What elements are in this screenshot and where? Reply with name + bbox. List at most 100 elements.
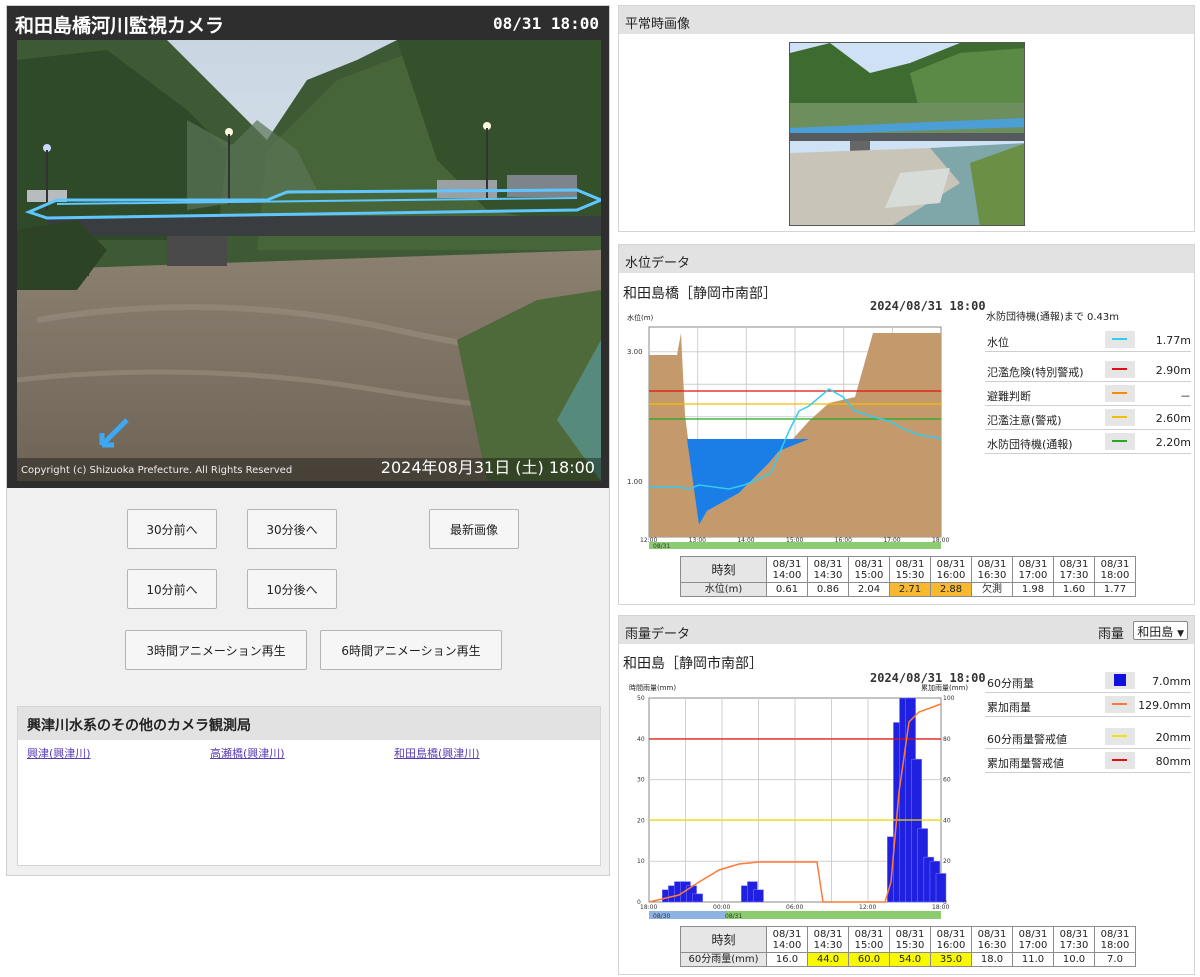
normal-image-panel: 平常時画像 — [618, 5, 1195, 232]
rain-x-tick: 06:00 — [786, 904, 803, 911]
animation-3h-button[interactable]: 3時間アニメーション再生 — [125, 630, 307, 670]
link-wadajimabashi[interactable]: 和田島橋(興津川) — [394, 745, 480, 761]
table-value-cell: 35.0 — [930, 952, 972, 967]
rainfall-chart: 時間雨量(mm) 累加雨量(mm) 01020304050 0204060801… — [629, 683, 968, 920]
legend-value: 2.60m — [1155, 412, 1191, 425]
legend-row: 氾濫注意(警戒) 2.60m — [985, 406, 1191, 430]
table-value-cell: 60.0 — [848, 952, 890, 967]
table-time-cell: 08/31 15:30 — [889, 556, 931, 583]
water-y-axis-label: 水位(m) — [627, 313, 654, 322]
table-time-cell: 08/31 16:30 — [971, 556, 1013, 583]
rainfall-table: 時刻 08/31 14:00 08/31 14:30 08/31 15:00 08/31 15:… — [680, 926, 1136, 967]
rain-y2-tick: 80 — [943, 736, 951, 743]
rain-date-label-1: 08/30 — [653, 913, 670, 920]
rain-bar — [935, 873, 947, 903]
rain-station-select[interactable]: 和田島 ▼ — [1133, 621, 1188, 640]
legend-value: 7.0mm — [1152, 675, 1191, 688]
table-header: 時刻 — [680, 926, 767, 953]
chevron-down-icon: ▼ — [1177, 629, 1184, 639]
table-time-cell: 08/31 14:30 — [807, 556, 849, 583]
table-header: 時刻 — [680, 556, 767, 583]
water-date-label: 08/31 — [653, 543, 670, 550]
legend-label: 避難判断 — [987, 390, 1031, 403]
legend-label: 60分雨量 — [987, 677, 1034, 690]
table-time-cell: 08/31 16:00 — [930, 556, 972, 583]
copyright-text: Copyright (c) Shizuoka Prefecture. All R… — [21, 465, 293, 476]
table-time-cell: 08/31 17:30 — [1053, 556, 1095, 583]
legend-row: 累加雨量 129.0mm — [985, 693, 1191, 717]
rain-y2-tick: 100 — [943, 695, 955, 702]
legend-value: 129.0mm — [1138, 699, 1191, 712]
table-time-cell: 08/31 14:30 — [807, 926, 849, 953]
legend-row: 累加雨量警戒値 80mm — [985, 749, 1191, 773]
table-time-cell: 08/31 14:00 — [766, 556, 808, 583]
legend-swatch — [1105, 728, 1135, 745]
rain-legend: 60分雨量 7.0mm 累加雨量 129.0mm 60分雨量警戒値 20mm 累加雨量警戒値… — [985, 669, 1191, 773]
legend-row: 水位 1.77m — [985, 328, 1191, 352]
camera-image: Copyright (c) Shizuoka Prefecture. All R… — [17, 40, 601, 481]
link-okitsu[interactable]: 興津(興津川) — [27, 745, 91, 761]
rain-y2-tick: 40 — [943, 817, 951, 824]
legend-swatch — [1105, 752, 1135, 769]
legend-swatch — [1105, 433, 1135, 450]
rain-date-label-2: 08/31 — [725, 913, 742, 920]
water-level-table: 時刻 08/31 14:00 08/31 14:30 08/31 15:00 08/31 15:… — [680, 556, 1136, 597]
table-value-cell: 18.0 — [971, 952, 1013, 967]
rain-y2-axis-label: 累加雨量(mm) — [921, 683, 968, 692]
table-value-cell: 2.88 — [930, 582, 972, 597]
rain-y-tick: 30 — [637, 777, 645, 784]
rain-x-tick: 00:00 — [713, 904, 730, 911]
rain-select-value: 和田島 — [1137, 625, 1174, 639]
legend-swatch — [1105, 385, 1135, 402]
rainfall-panel: 雨量データ 雨量 和田島 ▼ 和田島［静岡市南部］ 2024/08/31 18:… — [618, 615, 1195, 975]
forward-30min-button[interactable]: 30分後へ — [247, 509, 337, 549]
normal-image-title: 平常時画像 — [619, 6, 1194, 34]
forward-10min-button[interactable]: 10分後へ — [247, 569, 337, 609]
normal-image — [789, 42, 1025, 226]
rain-y-tick: 20 — [637, 817, 645, 824]
table-time-cell: 08/31 14:00 — [766, 926, 808, 953]
table-value-cell: 1.98 — [1012, 582, 1054, 597]
water-y-tick: 1.00 — [627, 478, 643, 486]
camera-panel: 和田島橋河川監視カメラ 08/31 18:00 Copyright (c) Sh… — [6, 5, 610, 876]
legend-row: 氾濫危険(特別警戒) 2.90m — [985, 358, 1191, 382]
rain-y-tick: 50 — [637, 695, 645, 702]
back-10min-button[interactable]: 10分前へ — [127, 569, 217, 609]
legend-label: 累加雨量警戒値 — [987, 757, 1064, 770]
table-time-cell: 08/31 18:00 — [1094, 926, 1136, 953]
camera-time: 08/31 18:00 — [493, 14, 599, 33]
animation-6h-button[interactable]: 6時間アニメーション再生 — [320, 630, 502, 670]
rain-y2-tick: 20 — [943, 858, 951, 865]
camera-title: 和田島橋河川監視カメラ — [15, 15, 225, 37]
normal-river-image — [790, 43, 1024, 225]
table-time-cell: 08/31 16:00 — [930, 926, 972, 953]
legend-label: 水防団待機(通報) — [987, 438, 1073, 451]
legend-label: 氾濫注意(警戒) — [987, 414, 1062, 427]
legend-swatch — [1105, 696, 1135, 713]
legend-row: 60分雨量警戒値 20mm — [985, 725, 1191, 749]
legend-label: 水位 — [987, 336, 1009, 349]
table-value-cell: 1.77 — [1094, 582, 1136, 597]
image-timestamp: 2024年08月31日 (土) 18:00 — [380, 458, 595, 477]
legend-label: 氾濫危険(特別警戒) — [987, 366, 1084, 379]
table-value-cell: 0.86 — [807, 582, 849, 597]
rain-y2-tick: 60 — [943, 777, 951, 784]
water-y-tick: 3.00 — [627, 348, 643, 356]
table-time-cell: 08/31 16:30 — [971, 926, 1013, 953]
latest-image-button[interactable]: 最新画像 — [429, 509, 519, 549]
legend-label: 累加雨量 — [987, 701, 1031, 714]
table-time-cell: 08/31 17:00 — [1012, 926, 1054, 953]
table-value-cell: 2.04 — [848, 582, 890, 597]
rain-x-tick: 18:00 — [640, 904, 657, 911]
link-takasebashi[interactable]: 高瀬橋(興津川) — [210, 745, 285, 761]
table-value-cell: 11.0 — [1012, 952, 1054, 967]
water-level-chart: 水位(m) 3.001.00 12:00 13:00 14:00 15:00 16:00… — [627, 313, 949, 550]
back-30min-button[interactable]: 30分前へ — [127, 509, 217, 549]
water-level-title: 水位データ — [619, 245, 1194, 273]
camera-header: 和田島橋河川監視カメラ 08/31 18:00 Copyright (c) Sh… — [7, 6, 609, 488]
other-cameras-title: 興津川水系のその他のカメラ観測局 — [18, 707, 600, 740]
table-value-cell: 16.0 — [766, 952, 808, 967]
rain-station-name: 和田島［静岡市南部］ — [623, 656, 763, 672]
table-value-cell: 54.0 — [889, 952, 931, 967]
water-note: 水防団待機(通報)まで 0.43m — [986, 312, 1119, 323]
